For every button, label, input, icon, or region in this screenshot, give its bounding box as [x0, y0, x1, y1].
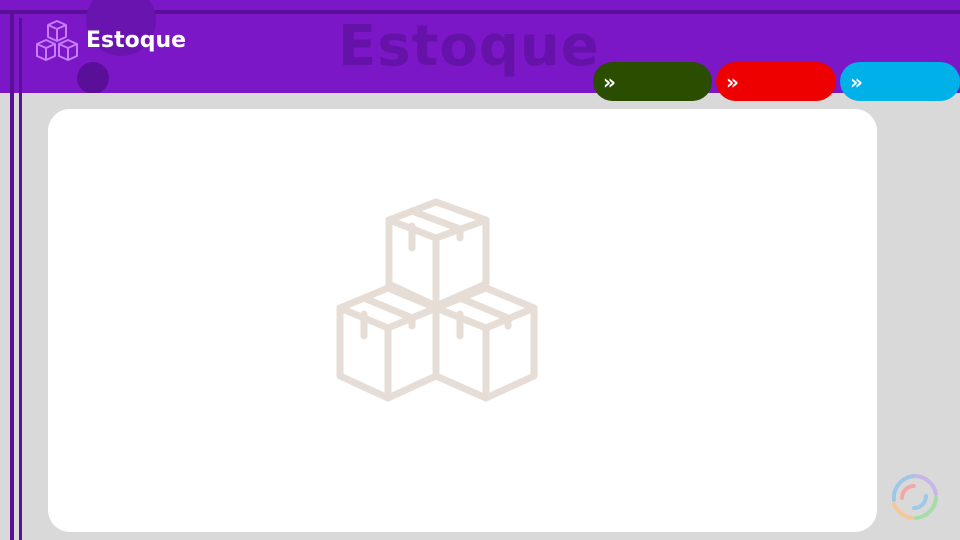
double-chevron-right-icon: »: [603, 69, 616, 94]
frame-line: [19, 18, 22, 540]
nav-button-green[interactable]: »: [593, 62, 712, 101]
nav-button-red[interactable]: »: [716, 62, 836, 101]
boxes-icon: [36, 20, 78, 61]
loading-ring-icon: [891, 474, 938, 520]
frame-line: [10, 10, 14, 540]
double-chevron-right-icon: »: [726, 69, 739, 94]
nav-button-blue[interactable]: »: [840, 62, 960, 101]
header-watermark-title: Estoque: [338, 14, 600, 79]
app-title: Estoque: [86, 28, 187, 53]
double-chevron-right-icon: »: [850, 69, 863, 94]
boxes-icon: [336, 198, 538, 402]
